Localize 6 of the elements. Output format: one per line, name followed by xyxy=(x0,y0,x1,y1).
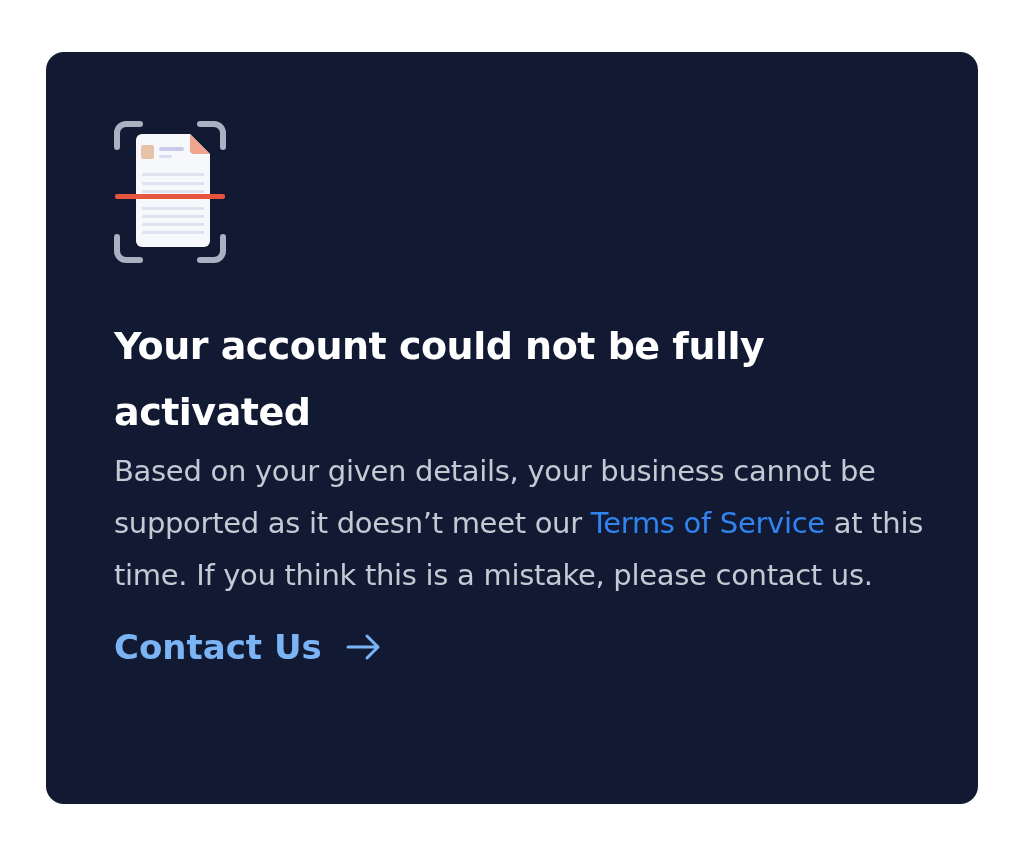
terms-link[interactable]: Terms of Service xyxy=(590,506,825,540)
contact-link[interactable]: Contact Us xyxy=(114,627,382,667)
arrow-right-icon xyxy=(345,633,382,661)
notice-title: Your account could not be fully activated xyxy=(114,323,766,436)
notice-message: Based on your given details, your business cannot be supported as it doesn’t meet our Terms of Service at this time. If you think this is a mistake, please contact us. xyxy=(114,453,924,594)
document-scan-icon xyxy=(114,121,226,263)
